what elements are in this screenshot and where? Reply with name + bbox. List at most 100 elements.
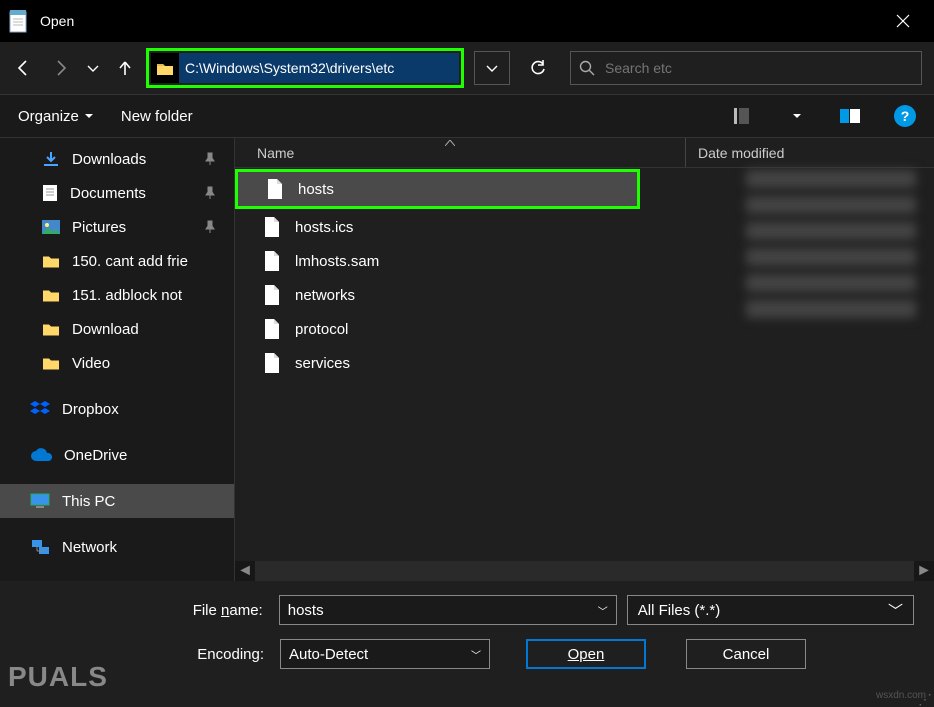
filename-label: File name: [140,602,269,619]
column-name[interactable]: Name [235,145,675,161]
folder-icon [42,355,60,371]
file-icon [263,318,281,340]
dropbox-icon [30,400,50,418]
up-button[interactable] [108,51,142,85]
file-pane: Name Date modified hosts hosts.ics lmhos… [235,138,934,581]
encoding-combo[interactable]: Auto-Detect﹀ [280,639,490,669]
scroll-right-icon[interactable]: ► [914,561,934,581]
sidebar-label: 150. cant add frie [72,253,188,270]
file-name: protocol [295,321,348,338]
scroll-left-icon[interactable]: ◄ [235,561,255,581]
address-bar-highlight [146,48,464,88]
folder-icon [151,53,179,83]
pin-icon [204,220,216,234]
new-folder-button[interactable]: New folder [121,108,193,125]
back-button[interactable] [6,51,40,85]
recent-button[interactable] [82,51,104,85]
file-name: networks [295,287,355,304]
file-icon [263,250,281,272]
encoding-label: Encoding: [140,646,270,663]
sidebar-label: Downloads [72,151,146,168]
search-box[interactable] [570,51,922,85]
sidebar-item-onedrive[interactable]: OneDrive [0,438,234,472]
pin-icon [204,152,216,166]
file-row[interactable]: hosts [238,172,637,206]
titlebar: Open [0,0,934,42]
sidebar-item-folder[interactable]: Video [0,346,234,380]
file-icon [263,352,281,374]
file-icon [266,178,284,200]
notepad-icon [8,8,30,34]
sidebar-label: Pictures [72,219,126,236]
sidebar-item-folder[interactable]: Download [0,312,234,346]
sort-indicator-icon [445,140,455,146]
sidebar-label: OneDrive [64,447,127,464]
sidebar-label: Download [72,321,139,338]
resize-grip-icon[interactable]: ⋰ [918,695,932,703]
address-input[interactable] [179,53,459,83]
pin-icon [204,186,216,200]
sidebar-label: This PC [62,493,115,510]
file-row-highlight: hosts [235,169,640,209]
column-headers: Name Date modified [235,138,934,168]
search-icon [579,60,595,76]
folder-icon [42,253,60,269]
file-name: services [295,355,350,372]
sidebar-item-network[interactable]: Network [0,530,234,564]
filetype-combo[interactable]: All Files (*.*)﹀ [627,595,914,625]
sidebar-label: 151. adblock not [72,287,182,304]
network-icon [30,539,50,555]
forward-button[interactable] [44,51,78,85]
sidebar: Downloads Documents Pictures 150. cant a… [0,138,235,581]
open-button[interactable]: Open [526,639,646,669]
file-icon [263,216,281,238]
chevron-down-icon: ﹀ [888,600,903,621]
onedrive-icon [30,448,52,462]
sidebar-item-dropbox[interactable]: Dropbox [0,392,234,426]
sidebar-label: Documents [70,185,146,202]
thispc-icon [30,493,50,509]
close-button[interactable] [880,0,926,42]
view-details-button[interactable] [728,102,760,130]
address-dropdown-button[interactable] [474,51,510,85]
navigation-row [0,42,934,94]
sidebar-label: Video [72,355,110,372]
document-icon [42,184,58,202]
file-icon [263,284,281,306]
cancel-button[interactable]: Cancel [686,639,806,669]
preview-pane-button[interactable] [834,102,866,130]
sidebar-item-thispc[interactable]: This PC [0,484,234,518]
organize-button[interactable]: Organize [18,108,93,125]
bottom-panel: File name: hosts﹀ All Files (*.*)﹀ Encod… [0,581,934,705]
filename-combo[interactable]: hosts﹀ [279,595,617,625]
refresh-button[interactable] [520,51,556,85]
sidebar-item-documents[interactable]: Documents [0,176,234,210]
window-title: Open [40,13,880,29]
horizontal-scrollbar[interactable]: ◄ ► [235,561,934,581]
pictures-icon [42,220,60,234]
column-date[interactable]: Date modified [685,138,784,167]
main-area: Downloads Documents Pictures 150. cant a… [0,138,934,581]
blurred-dates [746,170,916,318]
folder-icon [42,321,60,337]
sidebar-item-folder[interactable]: 150. cant add frie [0,244,234,278]
file-name: hosts [298,181,334,198]
sidebar-label: Network [62,539,117,556]
folder-icon [42,287,60,303]
download-icon [42,151,60,167]
file-name: hosts.ics [295,219,353,236]
chevron-down-icon: ﹀ [471,647,481,662]
sidebar-label: Dropbox [62,401,119,418]
toolbar: Organize New folder ? [0,94,934,138]
sidebar-item-downloads[interactable]: Downloads [0,142,234,176]
help-icon[interactable]: ? [894,105,916,127]
file-list: hosts hosts.ics lmhosts.sam networks pro… [235,168,934,561]
view-dropdown-button[interactable] [788,102,806,130]
watermark-logo: PUALS [8,661,108,693]
chevron-down-icon: ﹀ [598,603,608,618]
sidebar-item-folder[interactable]: 151. adblock not [0,278,234,312]
file-row[interactable]: services [235,346,934,380]
sidebar-item-pictures[interactable]: Pictures [0,210,234,244]
file-name: lmhosts.sam [295,253,379,270]
search-input[interactable] [605,60,913,76]
